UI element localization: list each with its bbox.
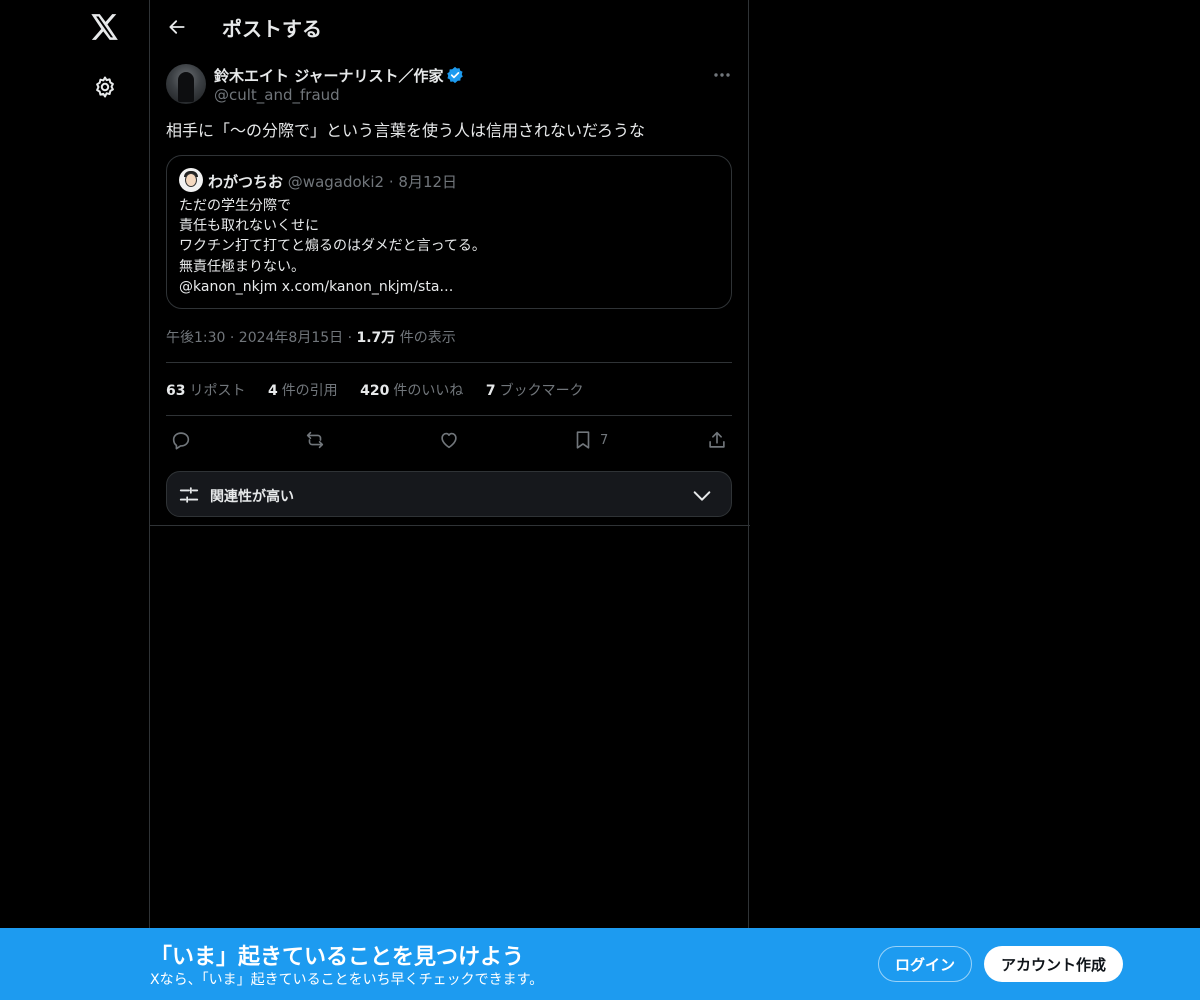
engagement-stats: 63 リポスト 4 件の引用 420 件のいいね 7 ブックマーク	[166, 380, 602, 400]
author-name-row[interactable]: 鈴木エイト ジャーナリスト／作家	[214, 65, 464, 86]
tweet-timestamp: 午後1:30 · 2024年8月15日 · 1.7万 件の表示	[166, 327, 456, 347]
quote-author-handle: @wagadoki2	[287, 173, 385, 191]
heart-icon	[441, 432, 457, 449]
reply-icon	[172, 432, 190, 450]
login-button[interactable]: ログイン	[878, 946, 972, 982]
stat-likes[interactable]: 420 件のいいね	[360, 383, 463, 399]
stat-reposts[interactable]: 63 リポスト	[166, 383, 245, 399]
quote-author-name: わがつちお	[208, 173, 284, 191]
stat-quotes[interactable]: 4 件の引用	[268, 383, 338, 399]
views-label: 件の表示	[399, 330, 456, 346]
stat-bookmarks[interactable]: 7 ブックマーク	[486, 383, 584, 399]
divider	[150, 525, 750, 526]
share-button[interactable]	[706, 425, 728, 455]
like-button[interactable]	[438, 425, 460, 455]
timestamp-text[interactable]: 午後1:30 · 2024年8月15日 ·	[166, 330, 352, 346]
quote-body: ただの学生分際で 責任も取れないくせに ワクチン打て打てと煽るのはダメだと言って…	[179, 196, 719, 297]
tweet-text: 相手に「〜の分際で」という言葉を使う人は信用されないだろうな	[166, 121, 646, 140]
divider	[166, 415, 732, 416]
gear-icon[interactable]	[90, 72, 120, 102]
tweet-actions: 7	[166, 425, 734, 455]
main-column: ポストする 鈴木エイト ジャーナリスト／作家 @cult_and_fraud 相…	[149, 0, 750, 1000]
divider	[166, 362, 732, 363]
quote-line: 無責任極まりない。	[179, 258, 305, 275]
bookmark-count: 7	[600, 432, 609, 448]
avatar[interactable]	[166, 64, 206, 104]
x-logo-icon[interactable]	[90, 12, 120, 42]
tweet-author: 鈴木エイト ジャーナリスト／作家 @cult_and_fraud	[166, 64, 734, 108]
quote-line: ワクチン打て打てと煽るのはダメだと言ってる。	[179, 238, 486, 255]
author-handle[interactable]: @cult_and_fraud	[214, 86, 340, 104]
verified-badge-icon	[447, 66, 464, 84]
share-icon	[709, 431, 725, 448]
reply-button[interactable]	[170, 425, 192, 455]
sort-label: 関連性が高い	[210, 489, 294, 505]
repost-icon	[306, 431, 324, 449]
back-arrow-icon[interactable]	[162, 12, 192, 42]
page-title: ポストする	[222, 17, 322, 41]
quote-meta: わがつちお @wagadoki2 · 8月12日	[208, 171, 457, 192]
views-count: 1.7万	[356, 330, 396, 346]
sliders-icon	[179, 487, 199, 503]
more-options-icon[interactable]	[710, 64, 734, 86]
create-account-button[interactable]: アカウント作成	[984, 946, 1123, 982]
sort-replies-dropdown[interactable]: 関連性が高い	[166, 471, 732, 517]
banner-subtitle: Xなら、「いま」起きていることをいち早くチェックできます。	[150, 972, 544, 988]
banner-title: 「いま」起きていることを見つけよう	[150, 945, 525, 970]
bookmark-icon	[576, 431, 590, 449]
quote-avatar	[179, 168, 203, 192]
chevron-down-icon	[693, 491, 711, 501]
author-name[interactable]: 鈴木エイト ジャーナリスト／作家	[214, 67, 443, 85]
quote-line: 責任も取れないくせに	[179, 218, 319, 235]
quote-date: 8月12日	[398, 173, 458, 191]
quote-line: @kanon_nkjm x.com/kanon_nkjm/sta…	[179, 278, 454, 295]
repost-button[interactable]	[304, 425, 326, 455]
header: ポストする	[150, 0, 750, 53]
bookmark-button[interactable]: 7	[572, 425, 608, 455]
sidebar	[0, 0, 150, 1000]
quoted-tweet[interactable]: わがつちお @wagadoki2 · 8月12日 ただの学生分際で 責任も取れな…	[166, 155, 732, 309]
quote-line: ただの学生分際で	[179, 198, 291, 214]
quote-separator: ·	[388, 173, 394, 191]
